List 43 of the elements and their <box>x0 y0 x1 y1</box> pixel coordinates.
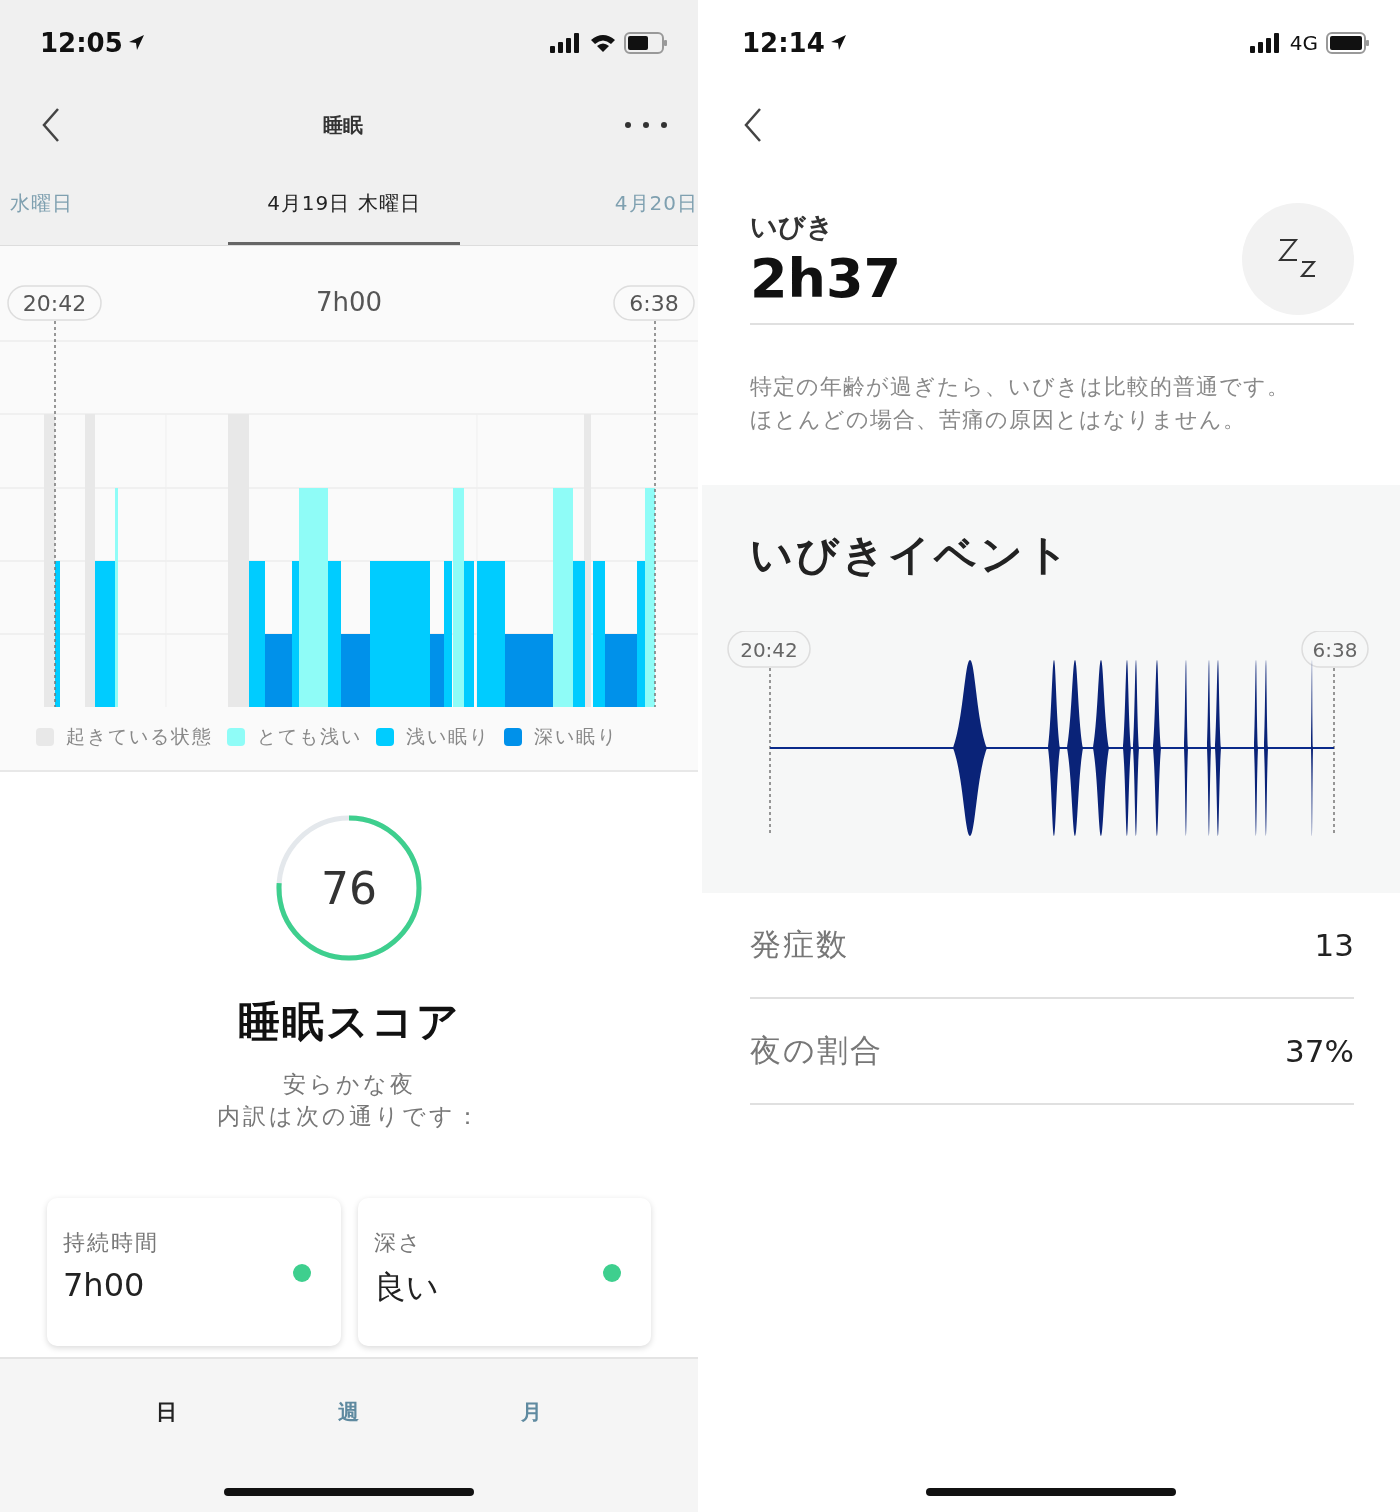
card-label: 持続時間 <box>63 1229 160 1257</box>
battery-icon <box>1326 31 1370 54</box>
screen-title: 睡眠 <box>323 111 363 139</box>
stat-label: 夜の割合 <box>750 1031 883 1070</box>
period-tab[interactable]: 日 <box>145 1392 187 1432</box>
card-value: 良い <box>373 1267 440 1308</box>
period-tab[interactable]: 週 <box>328 1392 370 1432</box>
legend-label: 浅い眠り <box>406 724 490 749</box>
stat-value: 13 <box>1314 927 1354 963</box>
legend-label: とても浅い <box>257 724 362 749</box>
date-tab[interactable]: 4月20日 <box>604 165 698 245</box>
card-value: 7h00 <box>63 1266 146 1304</box>
period-tab[interactable]: 月 <box>511 1392 553 1432</box>
start-time-label: 20:42 <box>7 285 102 321</box>
zz-icon <box>1278 238 1318 280</box>
more-icon[interactable] <box>624 121 668 129</box>
score-text: 内訳は次の通りです： <box>216 1102 482 1131</box>
battery-icon <box>624 31 668 54</box>
legend-label: 深い眠り <box>534 724 618 749</box>
signal-icon <box>550 32 582 53</box>
card-label: 深さ <box>373 1229 424 1257</box>
back-icon[interactable] <box>40 107 62 143</box>
sleep-duration: 7h00 <box>315 287 383 317</box>
legend-label: 起きている状態 <box>66 724 213 749</box>
status-time: 12:05 <box>40 27 123 58</box>
signal-icon <box>1249 32 1282 53</box>
stat-label: 発症数 <box>750 925 849 964</box>
end-time-label: 6:38 <box>1301 631 1369 668</box>
snore-duration: 2h37 <box>750 246 902 310</box>
network-label: 4G <box>1289 30 1318 55</box>
description-text: 特定の年齢が過ぎたら、いびきは比較的普通です。 ほとんどの場合、苦痛の原因とはなりません。 <box>749 373 1291 434</box>
score-value: 76 <box>321 863 377 914</box>
back-icon[interactable] <box>742 107 764 143</box>
status-time: 12:14 <box>742 27 825 58</box>
start-time-label: 20:42 <box>727 631 811 668</box>
stat-value: 37% <box>1285 1033 1354 1069</box>
events-title: いびきイベント <box>749 529 1073 581</box>
wifi-icon <box>590 32 616 53</box>
date-tab[interactable]: 水曜日 <box>0 165 83 245</box>
end-time-label: 6:38 <box>613 285 695 321</box>
section-title: いびき <box>750 209 835 244</box>
score-title: 睡眠スコア <box>237 996 461 1048</box>
score-text: 安らかな夜 <box>282 1070 416 1099</box>
